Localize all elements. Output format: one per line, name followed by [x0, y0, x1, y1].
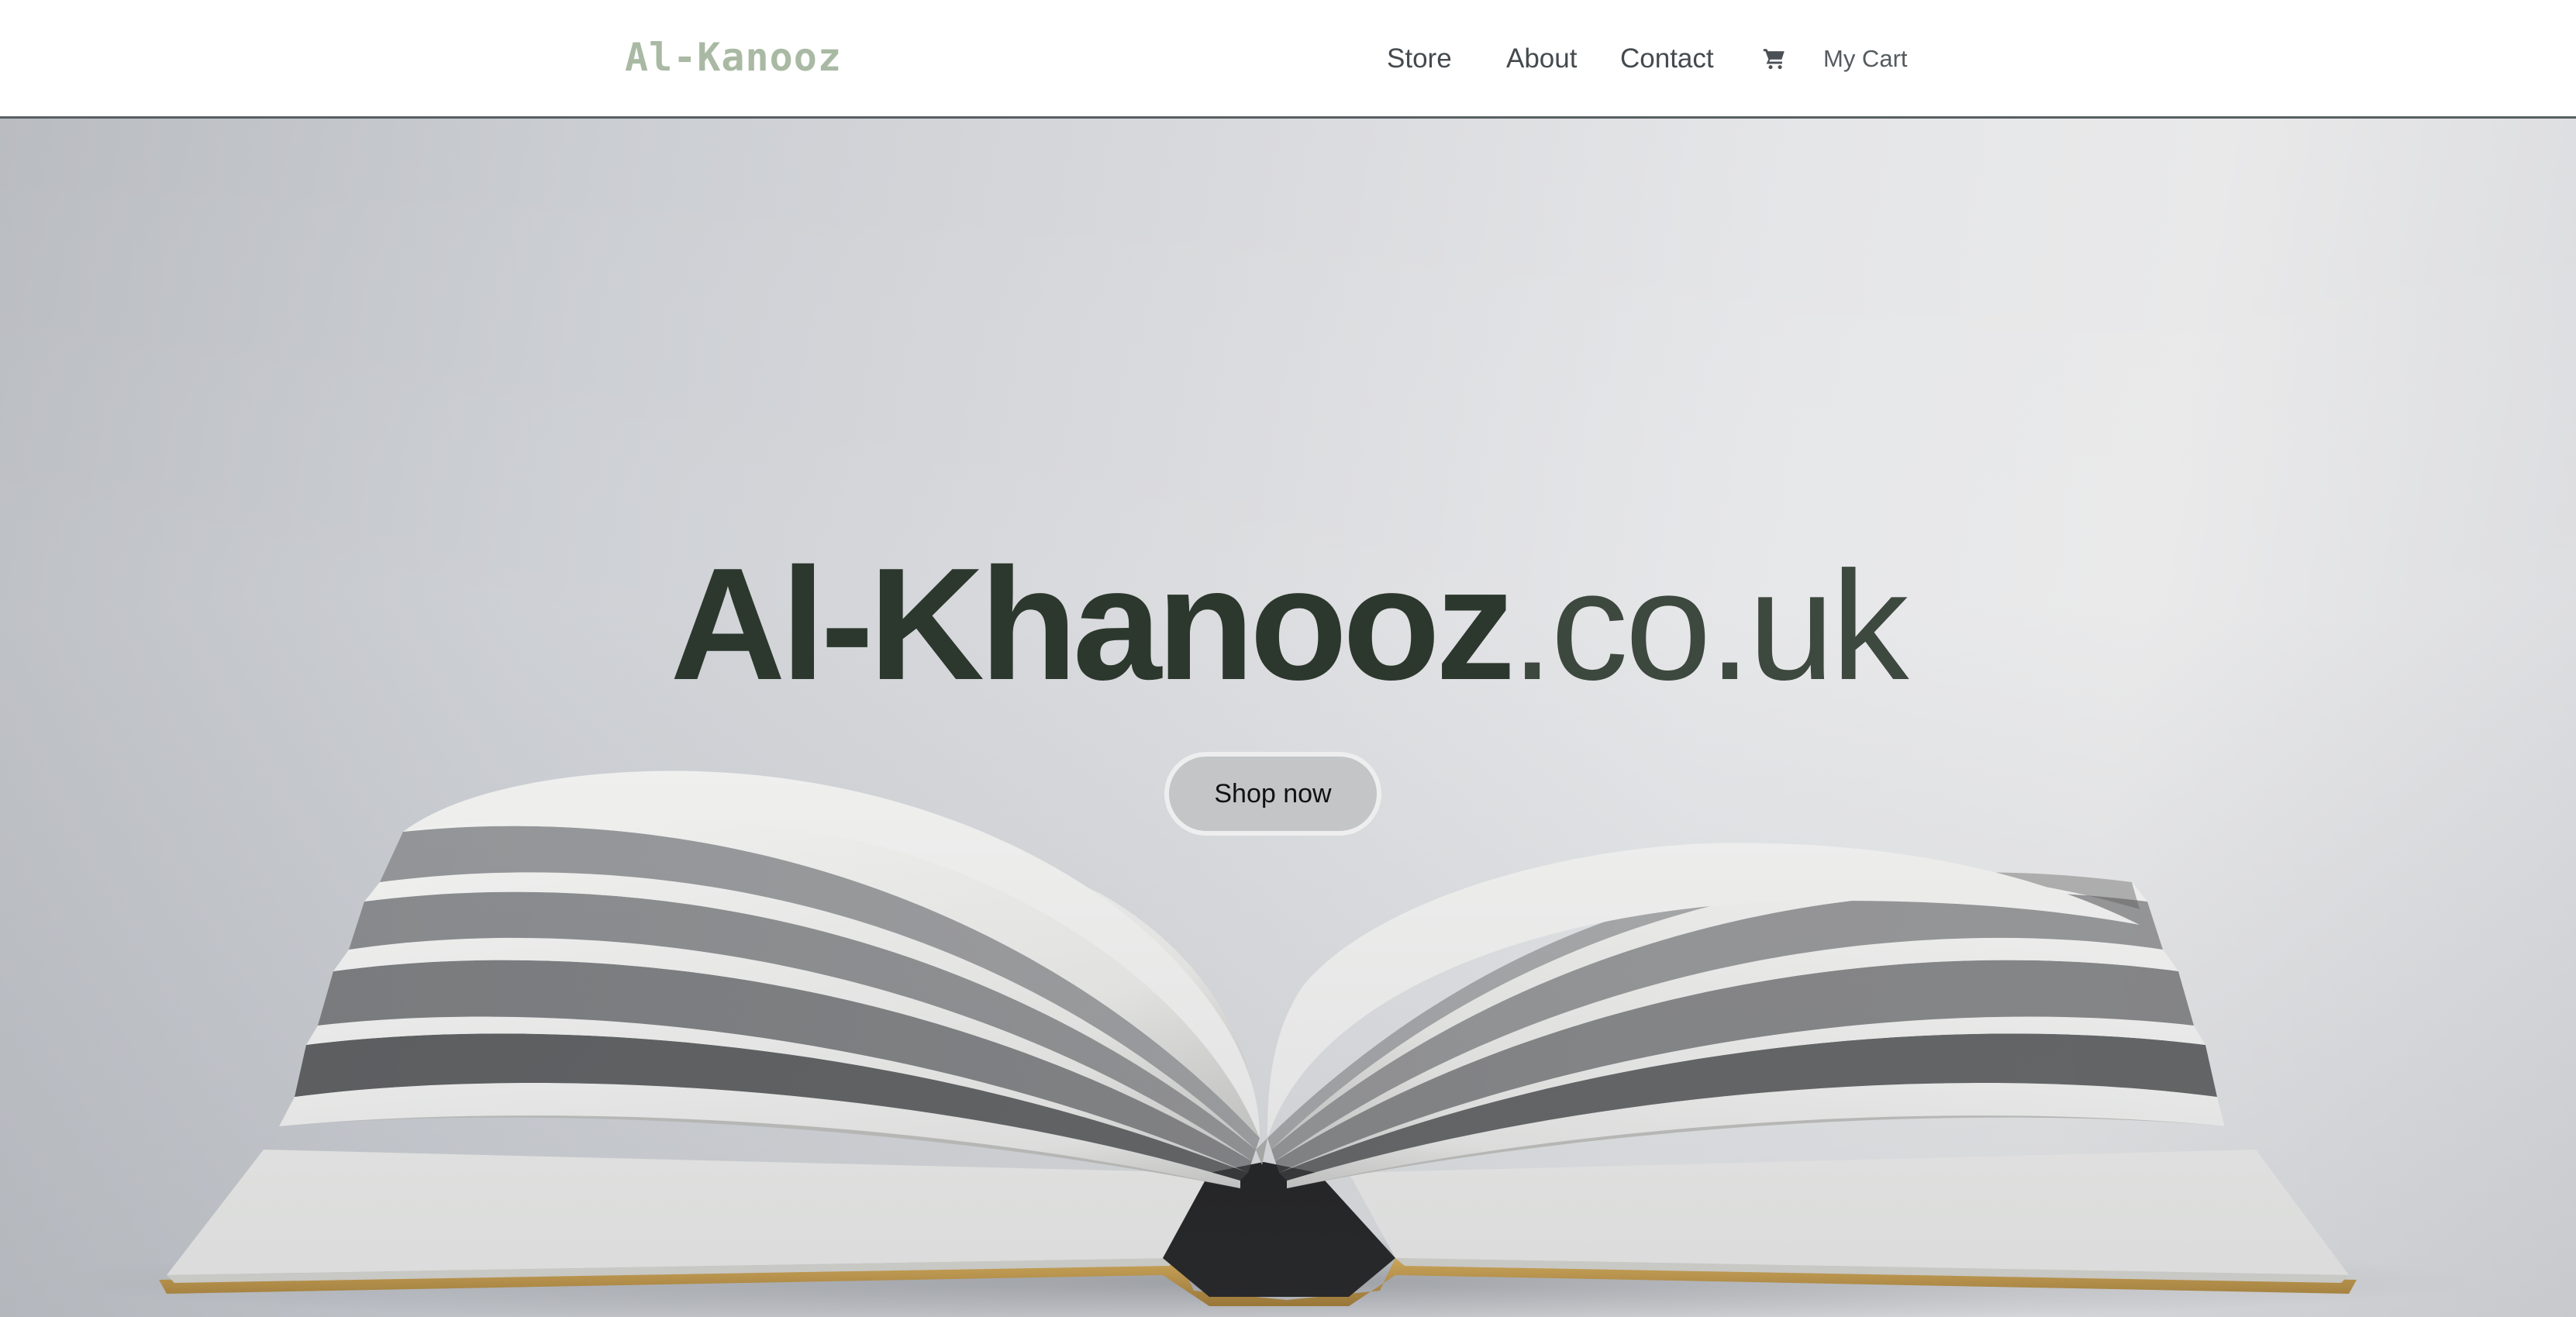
- hero-title-domain: .co.uk: [1510, 540, 1909, 712]
- nav-contact[interactable]: Contact: [1620, 40, 1714, 78]
- nav-store[interactable]: Store: [1387, 40, 1452, 78]
- cart-icon: [1761, 46, 1788, 72]
- site-header: Al-Kanooz Store About Contact My Cart: [0, 0, 2576, 119]
- hero-banner: Al-Khanooz.co.uk Shop now: [0, 119, 2576, 1317]
- shop-now-button[interactable]: Shop now: [1164, 752, 1381, 836]
- hero-title: Al-Khanooz.co.uk: [0, 544, 2576, 753]
- cart-label: My Cart: [1823, 45, 1908, 72]
- my-cart-link[interactable]: My Cart: [1761, 40, 1908, 78]
- brand-logo[interactable]: Al-Kanooz: [625, 34, 842, 81]
- hero-title-bold: Al-Khanooz: [670, 535, 1516, 713]
- nav-about[interactable]: About: [1506, 40, 1577, 78]
